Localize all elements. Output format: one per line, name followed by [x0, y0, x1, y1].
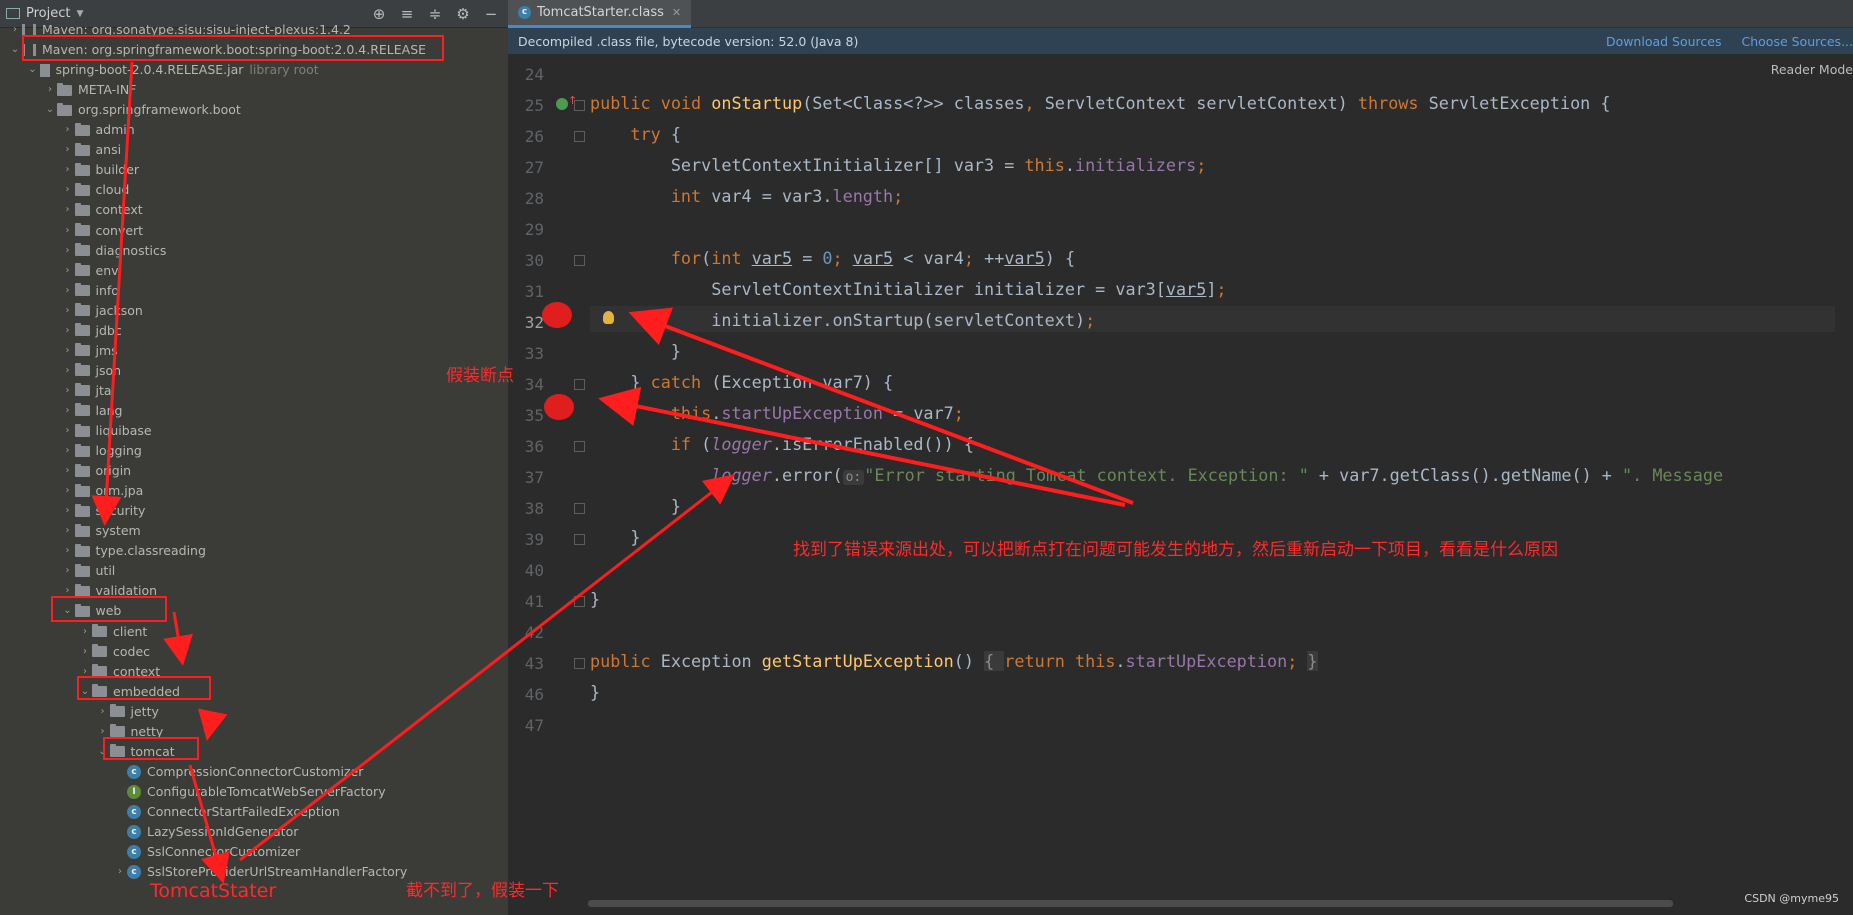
annotation-found-error: 找到了错误来源出处，可以把断点打在问题可能发生的地方，然后重新启动一下项目，看看…: [793, 540, 1558, 560]
arrow: [628, 307, 1134, 505]
annotation-arrows: [91, 61, 1134, 884]
annotation-tomcat-stater: TomcatStater: [150, 880, 277, 902]
arrow: [197, 708, 228, 741]
annotation-cannot-capture: 截不到了，假装一下: [406, 881, 559, 901]
arrow: [239, 474, 735, 862]
arrow: [598, 386, 1126, 507]
annotation-fake-breakpoint: 假装断点: [446, 366, 514, 386]
arrow: [91, 61, 134, 526]
arrow: [163, 611, 193, 666]
arrow: [188, 764, 230, 884]
